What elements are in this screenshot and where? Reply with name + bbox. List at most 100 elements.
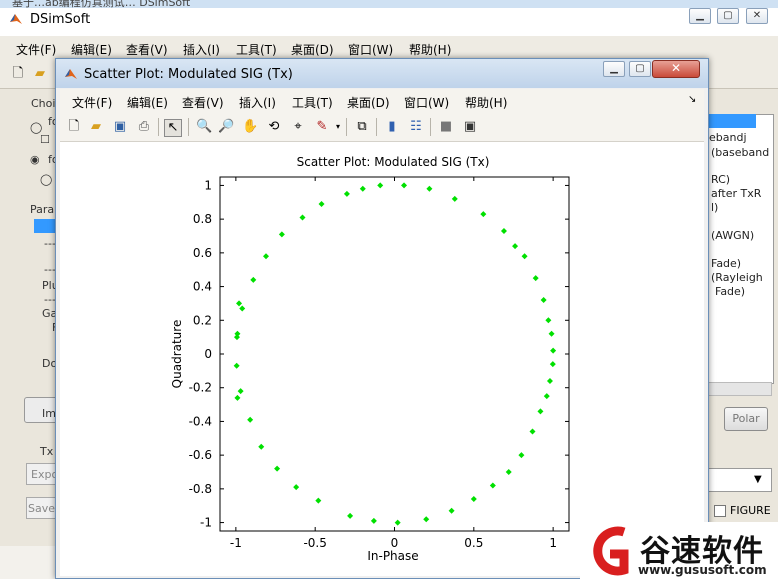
background-right-list[interactable]: ebandj (baseband RC) after TxR l) (AWGN)… (706, 114, 774, 384)
scatter-plot-window: Scatter Plot: Modulated SIG (Tx) ▁ ▢ ✕ 文… (55, 58, 709, 579)
close-icon: ✕ (670, 61, 682, 75)
figure-close-button[interactable]: ✕ (652, 60, 700, 78)
y-tick-label: 0.4 (193, 280, 212, 294)
fig-menu-tools[interactable]: 工具(T) (292, 94, 333, 111)
print-icon[interactable]: ⎙ (136, 119, 152, 135)
menu-help[interactable]: 帮助(H) (409, 41, 451, 58)
right-list-selection[interactable] (706, 114, 756, 128)
fig-menu-view[interactable]: 查看(V) (182, 94, 224, 111)
toolbar-separator (346, 118, 347, 136)
y-tick-label: 0 (204, 347, 212, 361)
figure-canvas[interactable]: Scatter Plot: Modulated SIG (Tx) -1 -0.5 0… (60, 142, 704, 576)
toolbar-separator (430, 118, 431, 136)
list-item[interactable]: after TxR (711, 187, 761, 200)
data-cursor-icon[interactable]: ⌖ (290, 119, 306, 135)
fig-menu-window[interactable]: 窗口(W) (404, 94, 449, 111)
plot-axes-box (219, 176, 570, 532)
new-file-icon[interactable]: 🗋 (10, 66, 26, 82)
x-tick-label: 0.5 (464, 536, 483, 550)
toolbar-separator (376, 118, 377, 136)
figure-checkbox-label: FIGURE (730, 504, 771, 517)
list-item[interactable]: l) (711, 201, 718, 214)
menu-file[interactable]: 文件(F) (16, 41, 56, 58)
x-tick-label: 1 (549, 536, 557, 550)
list-item[interactable]: Fade) (711, 257, 741, 270)
y-tick-label: -1 (200, 516, 212, 530)
toolbar-separator (158, 118, 159, 136)
y-tick-label: -0.4 (189, 414, 212, 428)
fig-menu-insert[interactable]: 插入(I) (239, 94, 276, 111)
hide-plot-tools-icon[interactable]: ■ (438, 119, 454, 135)
pan-hand-icon[interactable]: ✋ (242, 119, 258, 135)
checkbox-1[interactable]: ☐ (40, 133, 50, 146)
close-button[interactable]: ✕ (746, 8, 768, 24)
x-axis-label: In-Phase (367, 549, 418, 563)
fig-menu-help[interactable]: 帮助(H) (465, 94, 507, 111)
y-tick-label: -0.2 (189, 381, 212, 395)
zoom-out-icon[interactable]: 🔎 (218, 119, 234, 135)
open-file-icon[interactable]: ▰ (88, 119, 104, 135)
fig-menu-file[interactable]: 文件(F) (72, 94, 112, 111)
chevron-down-icon[interactable]: ▾ (330, 119, 346, 135)
link-plot-icon[interactable]: ⧉ (354, 119, 370, 135)
choice-label: Choi (31, 97, 56, 110)
new-figure-icon[interactable]: 🗋 (66, 119, 82, 135)
figure-checkbox[interactable] (714, 505, 726, 517)
figure-titlebar[interactable]: Scatter Plot: Modulated SIG (Tx) ▁ ▢ ✕ (56, 59, 708, 88)
list-item[interactable]: RC) (711, 173, 730, 186)
toolbar-separator (188, 118, 189, 136)
edit-plot-pointer-icon[interactable]: ↖ (164, 119, 182, 137)
background-window-title: DSimSoft (30, 12, 91, 27)
y-tick-label: 0.8 (193, 212, 212, 226)
open-folder-icon[interactable]: ▰ (32, 66, 48, 82)
background-menubar: 文件(F) 编辑(E) 查看(V) 插入(I) 工具(T) 桌面(D) 窗口(W… (0, 36, 778, 60)
menu-edit[interactable]: 编辑(E) (71, 41, 112, 58)
zoom-in-icon[interactable]: 🔍 (196, 119, 212, 135)
figure-maximize-button[interactable]: ▢ (629, 61, 651, 77)
brush-icon[interactable]: ✎ (314, 119, 330, 135)
list-item[interactable]: ebandj (709, 131, 747, 144)
horizontal-scrollbar[interactable] (706, 382, 772, 396)
parameters-label: Para (30, 203, 55, 216)
x-tick-label: -1 (230, 536, 242, 550)
menu-desktop[interactable]: 桌面(D) (291, 41, 334, 58)
figure-minimize-button[interactable]: ▁ (603, 61, 625, 77)
fig-menu-desktop[interactable]: 桌面(D) (347, 94, 390, 111)
menu-window[interactable]: 窗口(W) (348, 41, 393, 58)
chevron-down-icon[interactable]: ▼ (754, 474, 762, 485)
dock-arrow-icon[interactable]: ↘ (688, 94, 696, 105)
list-item[interactable]: (Rayleigh (711, 271, 763, 284)
radio-option-3[interactable]: ◯ (40, 173, 52, 186)
import-button-label: Im (42, 407, 56, 420)
save-button-label: Save (28, 502, 56, 515)
mode-dropdown[interactable] (706, 468, 772, 492)
y-tick-label: 0.6 (193, 246, 212, 260)
scatter-plot[interactable]: Scatter Plot: Modulated SIG (Tx) -1 -0.5 0… (60, 142, 704, 576)
y-tick-label: 0.2 (193, 313, 212, 327)
list-item[interactable]: Fade) (715, 285, 745, 298)
polar-button[interactable]: Polar (724, 407, 768, 431)
tx-group-label: Tx (40, 445, 54, 458)
colorbar-icon[interactable]: ▮ (384, 119, 400, 135)
fig-menu-edit[interactable]: 编辑(E) (127, 94, 168, 111)
chart-title: Scatter Plot: Modulated SIG (Tx) (297, 155, 490, 169)
figure-window-title: Scatter Plot: Modulated SIG (Tx) (84, 67, 293, 82)
figure-toolbar: 🗋 ▰ ▣ ⎙ ↖ 🔍 🔎 ✋ ⟲ ⌖ ✎ ▾ ⧉ ▮ ☷ ■ ▣ (60, 113, 704, 142)
figure-menubar: 文件(F) 编辑(E) 查看(V) 插入(I) 工具(T) 桌面(D) 窗口(W… (60, 89, 704, 113)
save-icon[interactable]: ▣ (112, 119, 128, 135)
y-tick-label: 1 (204, 178, 212, 192)
show-plot-tools-icon[interactable]: ▣ (462, 119, 478, 135)
list-item[interactable]: (AWGN) (711, 229, 754, 242)
rotate-3d-icon[interactable]: ⟲ (266, 119, 282, 135)
maximize-button[interactable]: ▢ (717, 8, 739, 24)
menu-tools[interactable]: 工具(T) (236, 41, 277, 58)
menu-insert[interactable]: 插入(I) (183, 41, 220, 58)
list-item[interactable]: (baseband (711, 146, 769, 159)
top-strip-text: 基于…ab编程仿真测试… DSimSoft (12, 0, 191, 8)
y-tick-label: -0.6 (189, 448, 212, 462)
legend-icon[interactable]: ☷ (408, 119, 424, 135)
minimize-button[interactable]: ▁ (689, 8, 711, 24)
radio-option-2[interactable]: ◉ (30, 153, 40, 166)
matlab-logo-icon (10, 14, 22, 24)
menu-view[interactable]: 查看(V) (126, 41, 168, 58)
